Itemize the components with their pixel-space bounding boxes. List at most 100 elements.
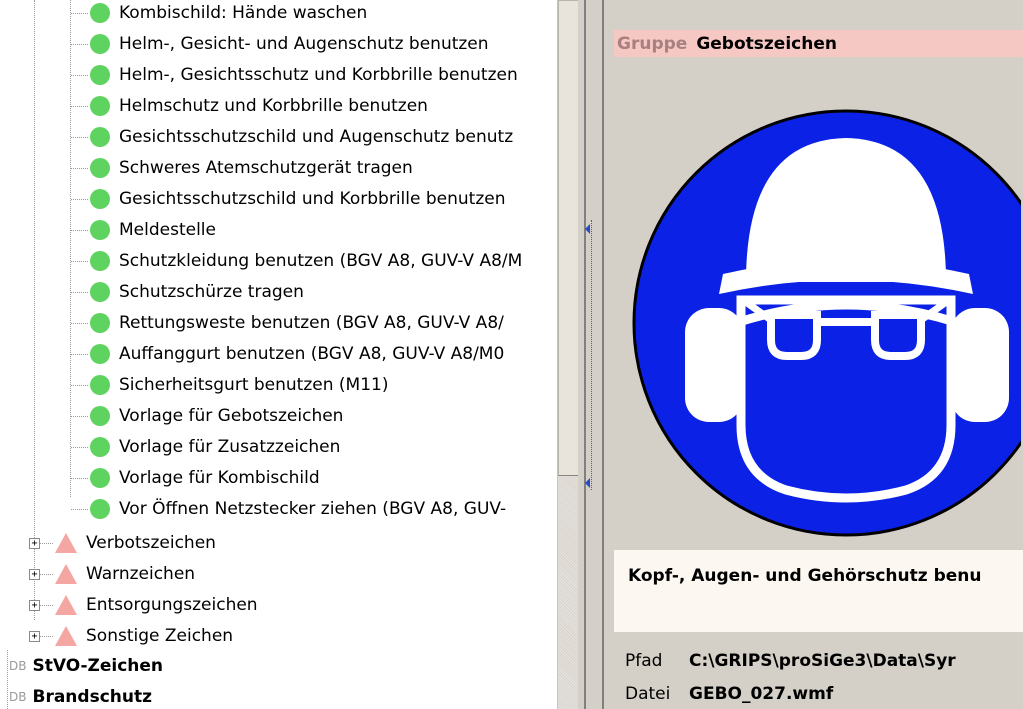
tree-connector-line: [71, 168, 88, 169]
collapse-left-arrow-icon[interactable]: [585, 478, 590, 488]
tree-item-label: Vorlage für Kombischild: [119, 468, 320, 488]
green-dot-icon: [90, 189, 110, 209]
green-dot-icon: [90, 65, 110, 85]
expand-icon[interactable]: +: [29, 631, 40, 642]
tree-database-label: StVO-Zeichen: [32, 656, 164, 676]
tree-connector-line: [71, 478, 88, 479]
expand-icon[interactable]: +: [29, 538, 40, 549]
sign-caption: Kopf-, Augen- und Gehörschutz benu: [628, 566, 982, 586]
green-dot-icon: [90, 468, 110, 488]
path-label: Pfad: [625, 651, 663, 671]
green-dot-icon: [90, 251, 110, 271]
pink-triangle-icon: [55, 533, 77, 553]
tree-item-label: Schutzschürze tragen: [119, 282, 304, 302]
tree-item[interactable]: Schutzschürze tragen: [90, 277, 304, 307]
tree-connector-line: [71, 13, 88, 14]
tree-item[interactable]: Vorlage für Kombischild: [90, 463, 320, 493]
tree-item[interactable]: Helmschutz und Korbbrille benutzen: [90, 91, 428, 121]
tree-connector-line: [71, 416, 88, 417]
tree-connector-line: [71, 106, 88, 107]
tree-item-label: Helm-, Gesichtsschutz und Korbbrille ben…: [119, 65, 518, 85]
tree-item[interactable]: Gesichtsschutzschild und Korbbrille benu…: [90, 184, 505, 214]
pane-splitter[interactable]: [579, 0, 611, 709]
tree-connector-line: [71, 75, 88, 76]
tree-category-sonstige-zeichen[interactable]: Sonstige Zeichen: [55, 621, 233, 651]
pink-triangle-icon: [55, 626, 77, 646]
green-dot-icon: [90, 406, 110, 426]
tree-item[interactable]: Meldestelle: [90, 215, 216, 245]
tree-item[interactable]: Schweres Atemschutzgerät tragen: [90, 153, 413, 183]
tree-connector-line: [71, 354, 88, 355]
tree-category-verbotszeichen[interactable]: Verbotszeichen: [55, 528, 216, 558]
file-value: GEBO_027.wmf: [689, 684, 834, 704]
tree-connector-line: [71, 199, 88, 200]
tree-item[interactable]: Auffanggurt benutzen (BGV A8, GUV-V A8/M…: [90, 339, 504, 369]
tree-item[interactable]: Helm-, Gesicht- und Augenschutz benutzen: [90, 29, 489, 59]
tree-item-label: Meldestelle: [119, 220, 216, 240]
tree-item-label: Vorlage für Zusatzzeichen: [119, 437, 341, 457]
tree-item[interactable]: Gesichtsschutzschild und Augenschutz ben…: [90, 122, 513, 152]
tree-item-label: Sicherheitsgurt benutzen (M11): [119, 375, 389, 395]
tree-item-label: Kombischild: Hände waschen: [119, 3, 368, 23]
tree-connector-line: [71, 44, 88, 45]
green-dot-icon: [90, 34, 110, 54]
tree-connector-line: [71, 230, 88, 231]
tree-database-stvo-zeichen[interactable]: DB StVO-Zeichen: [9, 651, 163, 681]
green-dot-icon: [90, 158, 110, 178]
file-row: Datei GEBO_027.wmf: [625, 684, 833, 704]
splitter-edge: [584, 0, 586, 709]
database-icon: DB: [9, 659, 27, 673]
tree-item-label: Helmschutz und Korbbrille benutzen: [119, 96, 428, 116]
tree-item-label: Rettungsweste benutzen (BGV A8, GUV-V A8…: [119, 313, 504, 333]
group-value: Gebotszeichen: [696, 33, 837, 54]
tree-category-label: Sonstige Zeichen: [86, 626, 234, 646]
tree-category-warnzeichen[interactable]: Warnzeichen: [55, 559, 195, 589]
tree-database-brandschutz[interactable]: DB Brandschutz: [9, 682, 152, 709]
path-value: C:\GRIPS\proSiGe3\Data\Syr: [689, 651, 956, 671]
group-label: Gruppe: [617, 33, 688, 54]
tree-item[interactable]: Helm-, Gesichtsschutz und Korbbrille ben…: [90, 60, 518, 90]
expand-icon[interactable]: +: [29, 600, 40, 611]
tree-category-entsorgungszeichen[interactable]: Entsorgungszeichen: [55, 590, 258, 620]
head-eye-ear-protection-sign-icon: [632, 109, 1021, 537]
group-row: Gruppe Gebotszeichen: [614, 30, 1023, 57]
tree-item[interactable]: Rettungsweste benutzen (BGV A8, GUV-V A8…: [90, 308, 504, 338]
expand-icon[interactable]: +: [29, 569, 40, 580]
green-dot-icon: [90, 96, 110, 116]
tree-connector-line: [71, 137, 88, 138]
tree-item[interactable]: Vorlage für Gebotszeichen: [90, 401, 343, 431]
scrollbar-thumb[interactable]: [558, 0, 578, 476]
tree-item-label: Gesichtsschutzschild und Korbbrille benu…: [119, 189, 506, 209]
pink-triangle-icon: [55, 595, 77, 615]
vertical-scrollbar[interactable]: [557, 0, 578, 709]
tree-item-label: Vorlage für Gebotszeichen: [119, 406, 344, 426]
green-dot-icon: [90, 127, 110, 147]
tree-item[interactable]: Vorlage für Zusatzzeichen: [90, 432, 340, 462]
tree-category-label: Entsorgungszeichen: [86, 595, 258, 615]
file-label: Datei: [625, 684, 671, 704]
tree-item-label: Auffanggurt benutzen (BGV A8, GUV-V A8/M…: [119, 344, 505, 364]
green-dot-icon: [90, 220, 110, 240]
tree-item[interactable]: Schutzkleidung benutzen (BGV A8, GUV-V A…: [90, 246, 522, 276]
tree-connector-line: [71, 509, 88, 510]
tree-item[interactable]: Kombischild: Hände waschen: [90, 0, 367, 28]
tree-item[interactable]: Vor Öffnen Netzstecker ziehen (BGV A8, G…: [90, 494, 506, 524]
tree-category-label: Warnzeichen: [86, 564, 196, 584]
tree-item-label: Helm-, Gesicht- und Augenschutz benutzen: [119, 34, 489, 54]
tree-item[interactable]: Sicherheitsgurt benutzen (M11): [90, 370, 388, 400]
tree-connector-line: [71, 385, 88, 386]
tree-item-label: Schweres Atemschutzgerät tragen: [119, 158, 413, 178]
green-dot-icon: [90, 344, 110, 364]
collapse-left-arrow-icon[interactable]: [585, 224, 590, 234]
path-row: Pfad C:\GRIPS\proSiGe3\Data\Syr: [625, 651, 956, 671]
splitter-grip[interactable]: [585, 220, 600, 490]
green-dot-icon: [90, 3, 110, 23]
caption-panel: Kopf-, Augen- und Gehörschutz benu: [614, 550, 1023, 632]
green-dot-icon: [90, 282, 110, 302]
splitter-edge: [602, 0, 604, 709]
tree-connector-line: [71, 292, 88, 293]
tree-view[interactable]: Kombischild: Hände waschen Helm-, Gesich…: [0, 0, 578, 709]
tree-connector-line: [71, 323, 88, 324]
tree-connector-line: [71, 261, 88, 262]
tree-connector-line: [71, 447, 88, 448]
